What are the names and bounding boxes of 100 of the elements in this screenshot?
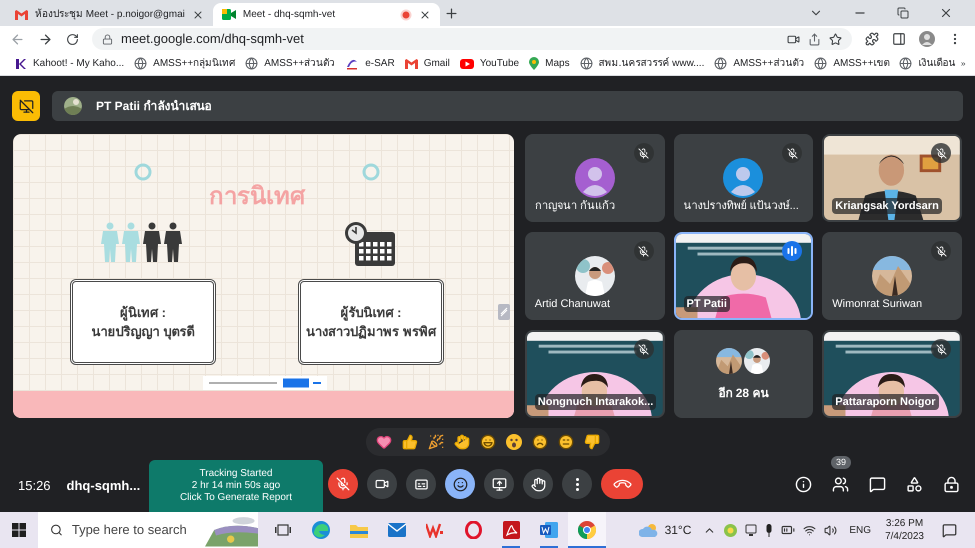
participant-tile[interactable]: Kriangsak Yordsarn	[822, 134, 962, 222]
leave-call-button[interactable]	[601, 469, 643, 499]
battery-icon[interactable]	[781, 523, 796, 537]
side-panel-icon[interactable]	[892, 32, 906, 46]
mail-icon	[388, 523, 406, 537]
participant-name: PT Patii	[684, 296, 730, 312]
more-options-button[interactable]	[562, 469, 592, 499]
taskbar-search-field[interactable]: Type here to search	[38, 512, 258, 548]
ring-icon	[134, 163, 152, 181]
host-controls-icon[interactable]	[943, 476, 960, 492]
folder-icon	[350, 522, 368, 538]
participant-tile[interactable]: Wimonrat Suriwan	[822, 232, 962, 320]
tray-device-icon[interactable]	[745, 524, 758, 536]
bookmark-item[interactable]: AMSS++กลุ่มนิเทศ	[129, 54, 240, 74]
globe-icon	[134, 57, 148, 70]
new-tab-icon[interactable]	[444, 6, 459, 21]
globe-icon	[580, 57, 593, 70]
lock-icon[interactable]	[102, 34, 113, 44]
heart-reaction-icon[interactable]	[376, 434, 392, 450]
wifi-icon[interactable]	[803, 524, 816, 536]
bookmark-item[interactable]: สพม.นครสวรรค์ www....	[574, 54, 710, 74]
mail-icon	[15, 10, 28, 20]
laughing-face-reaction-icon[interactable]	[480, 434, 496, 450]
address-field[interactable]: meet.google.com/dhq-sqmh-vet	[92, 28, 852, 50]
raise-hand-button[interactable]	[523, 469, 553, 499]
forward-icon[interactable]	[38, 32, 53, 46]
party-popper-reaction-icon[interactable]	[428, 434, 444, 450]
slide-title: การนิเทศ	[209, 182, 305, 212]
share-icon[interactable]	[808, 32, 821, 46]
camera-icon[interactable]	[787, 32, 800, 46]
participant-name: Kriangsak Yordsarn	[832, 198, 942, 214]
captions-button[interactable]	[406, 469, 436, 499]
captions-icon	[414, 476, 428, 492]
bookmark-item[interactable]: เงินเดือน	[894, 54, 960, 74]
reactions-button[interactable]	[445, 469, 475, 499]
bookmark-item[interactable]: Kahoot! - My Kaho...	[10, 54, 130, 74]
info-icon[interactable]	[795, 476, 812, 492]
presentation-button[interactable]	[12, 91, 40, 121]
present-button[interactable]	[484, 469, 514, 499]
notifications-icon[interactable]	[942, 522, 957, 538]
card-label: ผู้นิเทศ :	[120, 304, 166, 322]
browser-icon	[312, 521, 330, 539]
participant-tile[interactable]: กาญจนา กันแก้ว	[524, 134, 665, 222]
bookmark-item[interactable]: e-SAR	[340, 54, 400, 74]
map-pin-icon	[529, 57, 540, 70]
card-name: นายปริญญา บุตรดี	[92, 323, 194, 342]
camera-button[interactable]	[367, 469, 397, 499]
scroll-handle-icon[interactable]	[498, 304, 510, 320]
people-count-badge: 39	[831, 456, 852, 469]
bookmark-star-icon[interactable]	[829, 32, 842, 46]
present-screen-icon	[492, 476, 506, 492]
participant-tile[interactable]: Artid Chanuwat	[524, 232, 665, 320]
close-window-icon[interactable]	[939, 6, 953, 20]
participant-tile[interactable]: Pattaraporn Noigor	[822, 330, 962, 418]
restore-icon[interactable]	[897, 7, 909, 19]
extensions-icon[interactable]	[865, 32, 879, 46]
thumbs-down-reaction-icon[interactable]	[584, 434, 600, 450]
bookmark-icon	[15, 58, 27, 70]
profile-avatar-icon[interactable]	[919, 31, 935, 47]
ring-icon	[362, 163, 380, 181]
taskbar-app-button[interactable]	[568, 512, 606, 548]
browser-tab[interactable]: ห้องประชุม Meet - p.noigor@gmai	[6, 3, 213, 26]
bookmark-item[interactable]: Maps	[524, 54, 575, 74]
back-icon[interactable]	[10, 32, 25, 46]
participant-tile[interactable]: นางปรางทิพย์ แป้นวงษ์...	[674, 134, 814, 222]
bookmark-item[interactable]: YouTube	[454, 54, 524, 74]
presenter-label: PT Patii กำลังนำเสนอ	[96, 98, 212, 115]
surprised-face-reaction-icon[interactable]	[506, 434, 522, 450]
volume-icon[interactable]	[824, 524, 838, 536]
smile-icon	[452, 476, 468, 492]
microphone-icon[interactable]	[765, 524, 774, 536]
start-icon[interactable]	[12, 523, 26, 537]
thumbs-up-reaction-icon[interactable]	[402, 434, 418, 450]
bookmark-item[interactable]: AMSS++ส่วนตัว	[240, 54, 340, 74]
close-tab-icon[interactable]	[418, 8, 431, 20]
tab-title: Meet - dhq-sqmh-vet	[242, 8, 336, 22]
bookmark-item[interactable]: AMSS++เขต	[809, 54, 894, 74]
microphone-button[interactable]	[328, 469, 358, 499]
calendar-clock-icon	[345, 222, 397, 266]
card-label: ผู้รับนิเทศ :	[340, 304, 402, 322]
bookmark-item[interactable]: AMSS++ส่วนตัว	[709, 54, 810, 74]
crying-face-reaction-icon[interactable]	[532, 434, 548, 450]
clock[interactable]: 3:26 PM 7/4/2023	[885, 517, 924, 543]
card-name: นางสาวปฏิมาพร พรพิศ	[306, 323, 436, 341]
reload-icon[interactable]	[66, 32, 79, 46]
participant-tile[interactable]: Nongnuch Intarakok...	[524, 330, 665, 418]
tracking-report-button[interactable]: Tracking Started 2 hr 14 min 50s ago Click To Generate Report	[149, 460, 323, 512]
chat-icon[interactable]	[869, 476, 886, 492]
close-tab-icon[interactable]	[192, 8, 204, 20]
participant-tile[interactable]: อีก 28 คน	[674, 330, 814, 418]
browser-tab[interactable]: Meet - dhq-sqmh-vet	[212, 3, 440, 26]
language-indicator[interactable]: ENG	[849, 522, 872, 538]
people-icon[interactable]	[832, 476, 849, 492]
participant-name: Wimonrat Suriwan	[832, 296, 922, 312]
more-participants-label[interactable]: อีก 28 คน	[718, 384, 768, 402]
bookmark-item[interactable]: Gmail	[400, 54, 455, 74]
participant-name: กาญจนา กันแก้ว	[534, 198, 615, 214]
activities-icon[interactable]	[906, 476, 923, 492]
participant-tile[interactable]: PT Patii	[674, 232, 814, 320]
camera-icon	[375, 477, 389, 491]
